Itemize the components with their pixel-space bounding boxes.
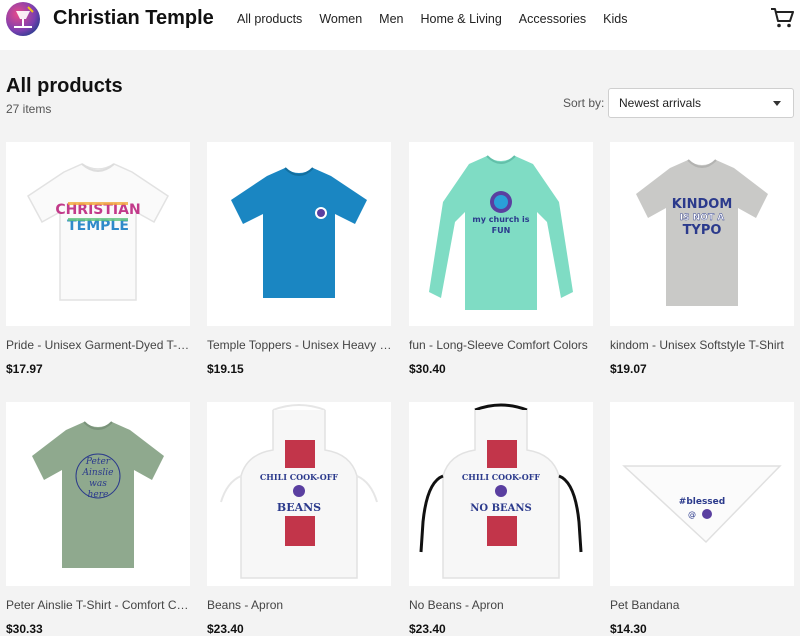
nav-men[interactable]: Men [379,12,403,26]
graphic-text-4: here [88,490,109,500]
cart-icon[interactable] [770,7,794,29]
product-card[interactable]: CHILI COOK-OFF BEANS Beans - Apron $23.4… [207,402,393,636]
graphic-text-2: NO BEANS [470,503,532,514]
graphic-text: Peter [85,457,111,467]
product-card[interactable]: CHILI COOK-OFF NO BEANS No Beans - Apron… [409,402,595,636]
chevron-down-icon [773,101,781,106]
product-name[interactable]: Peter Ainslie T-Shirt - Comfort Colors [6,598,192,612]
sort-dropdown[interactable]: Newest arrivals [608,88,794,118]
nav-women[interactable]: Women [319,12,362,26]
product-image[interactable]: my church is FUN [409,142,593,326]
product-name[interactable]: Temple Toppers - Unisex Heavy Cotton Tee [207,338,393,352]
product-card[interactable]: Temple Toppers - Unisex Heavy Cotton Tee… [207,142,393,376]
product-card[interactable]: #blessed @ Pet Bandana $14.30 [610,402,796,636]
product-name[interactable]: Pet Bandana [610,598,796,612]
graphic-text-2: BEANS [277,501,321,514]
nav-home-living[interactable]: Home & Living [420,12,501,26]
page-title: All products [6,75,123,97]
product-card[interactable]: CHRISTIAN TEMPLE Pride - Unisex Garment-… [6,142,192,376]
product-price: $17.97 [6,362,43,376]
product-card[interactable]: my church is FUN fun - Long-Sleeve Comfo… [409,142,595,376]
graphic-text-2: IS NOT A [680,213,724,223]
graphic-text: my church is [472,215,529,224]
graphic-text-3: TYPO [683,223,722,238]
product-image[interactable]: Peter Ainslie was here [6,402,190,586]
product-price: $19.15 [207,362,244,376]
nav-accessories[interactable]: Accessories [519,12,586,26]
item-count: 27 items [6,102,52,116]
at-icon: @ [688,510,696,519]
product-image[interactable] [207,142,391,326]
product-card[interactable]: Peter Ainslie was here Peter Ainslie T-S… [6,402,192,636]
product-price: $30.33 [6,622,43,636]
main-nav: All products Women Men Home & Living Acc… [237,12,645,26]
nav-kids[interactable]: Kids [603,12,627,26]
brand-logo[interactable] [6,2,40,36]
nav-all-products[interactable]: All products [237,12,302,26]
sort-value: Newest arrivals [619,96,702,110]
brand-name[interactable]: Christian Temple [53,7,214,30]
product-name[interactable]: Pride - Unisex Garment-Dyed T-shirt [6,338,192,352]
graphic-text: KINDOM [672,197,733,212]
product-name[interactable]: kindom - Unisex Softstyle T-Shirt [610,338,796,352]
product-price: $14.30 [610,622,647,636]
product-card[interactable]: KINDOM IS NOT A TYPO kindom - Unisex Sof… [610,142,796,376]
graphic-text-2: FUN [492,226,511,235]
product-image[interactable]: CHRISTIAN TEMPLE [6,142,190,326]
site-header: Christian Temple All products Women Men … [0,0,800,50]
graphic-text-3: was [89,479,107,489]
graphic-text: CHILI COOK-OFF [260,472,338,482]
product-image[interactable]: CHILI COOK-OFF BEANS [207,402,391,586]
product-price: $19.07 [610,362,647,376]
sort-label: Sort by: [563,96,605,110]
product-price: $23.40 [207,622,244,636]
product-image[interactable]: KINDOM IS NOT A TYPO [610,142,794,326]
graphic-text-2: Ainslie [82,468,114,478]
graphic-text: CHILI COOK-OFF [462,472,540,482]
product-price: $30.40 [409,362,446,376]
product-name[interactable]: No Beans - Apron [409,598,595,612]
graphic-text: #blessed [679,497,725,507]
product-image[interactable]: #blessed @ [610,402,794,586]
product-name[interactable]: fun - Long-Sleeve Comfort Colors [409,338,595,352]
product-price: $23.40 [409,622,446,636]
product-image[interactable]: CHILI COOK-OFF NO BEANS [409,402,593,586]
product-name[interactable]: Beans - Apron [207,598,393,612]
